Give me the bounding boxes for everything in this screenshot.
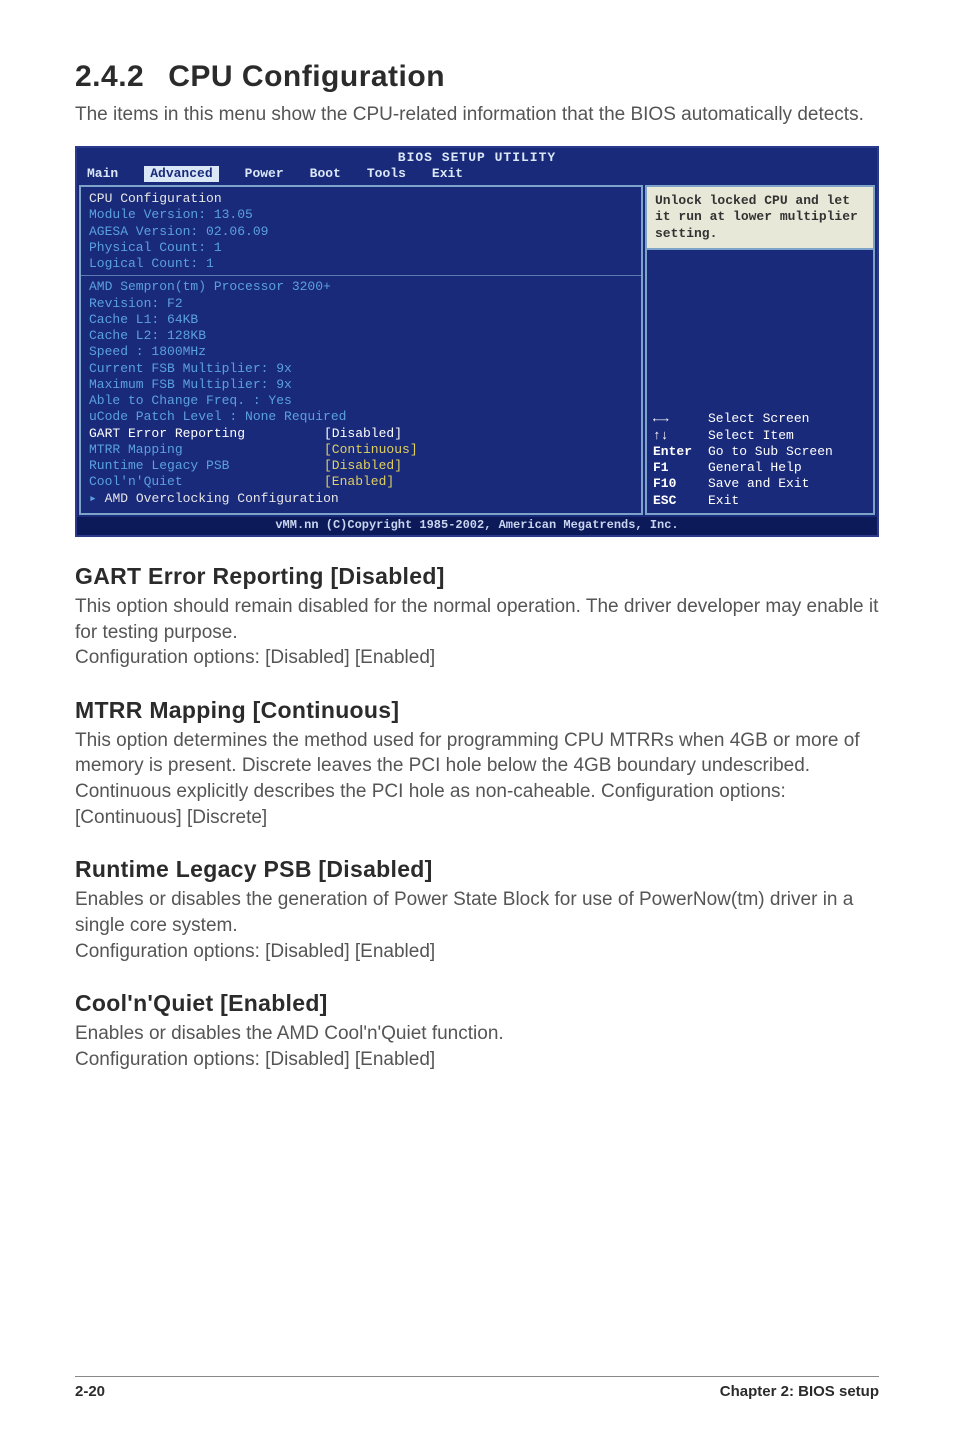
bios-key-desc: Save and Exit — [708, 476, 809, 492]
bios-key: ↑↓ — [653, 428, 708, 444]
bios-setting-label: Runtime Legacy PSB — [89, 458, 324, 474]
subsection-body: Enables or disables the AMD Cool'n'Quiet… — [75, 1021, 879, 1072]
bios-key-desc: Select Item — [708, 428, 794, 444]
bios-submenu-item: AMD Overclocking Configuration — [89, 491, 633, 507]
bios-key-legend: ←→Select Screen ↑↓Select Item EnterGo to… — [645, 407, 875, 515]
bios-info-line: Current FSB Multiplier: 9x — [89, 361, 633, 377]
subsection-heading: Runtime Legacy PSB [Disabled] — [75, 856, 879, 883]
bios-setting-value: [Disabled] — [324, 426, 402, 442]
chapter-label: Chapter 2: BIOS setup — [720, 1383, 879, 1400]
bios-setting-label: GART Error Reporting — [89, 426, 324, 442]
bios-tab-tools: Tools — [367, 166, 406, 182]
bios-header-line: CPU Configuration — [89, 191, 633, 207]
bios-help-spacer — [645, 250, 875, 408]
bios-tab-advanced: Advanced — [144, 166, 218, 182]
section-intro: The items in this menu show the CPU-rela… — [75, 102, 879, 128]
bios-setting-row: GART Error Reporting [Disabled] — [89, 426, 633, 442]
bios-key-desc: Exit — [708, 493, 739, 509]
bios-key: ←→ — [653, 411, 708, 427]
bios-info-line: Able to Change Freq. : Yes — [89, 393, 633, 409]
bios-info-line: Revision: F2 — [89, 296, 633, 312]
bios-title: BIOS SETUP UTILITY — [77, 148, 877, 166]
page-number: 2-20 — [75, 1383, 105, 1400]
bios-setting-value: [Disabled] — [324, 458, 402, 474]
page-footer: 2-20 Chapter 2: BIOS setup — [75, 1376, 879, 1400]
bios-right-pane: Unlock locked CPU and let it run at lowe… — [645, 185, 875, 515]
bios-tab-power: Power — [245, 166, 284, 182]
bios-header-line: Physical Count: 1 — [89, 240, 633, 256]
bios-help-text: Unlock locked CPU and let it run at lowe… — [645, 185, 875, 250]
bios-setting-label: Cool'n'Quiet — [89, 474, 324, 490]
section-title: CPU Configuration — [168, 60, 445, 93]
bios-setting-row: MTRR Mapping [Continuous] — [89, 442, 633, 458]
bios-key: Enter — [653, 444, 708, 460]
bios-setting-row: Runtime Legacy PSB [Disabled] — [89, 458, 633, 474]
bios-setting-value: [Enabled] — [324, 474, 394, 490]
subsection-body: Enables or disables the generation of Po… — [75, 887, 879, 964]
subsection-heading: Cool'n'Quiet [Enabled] — [75, 990, 879, 1017]
bios-tab-exit: Exit — [432, 166, 463, 182]
bios-info-line: Maximum FSB Multiplier: 9x — [89, 377, 633, 393]
bios-key: F10 — [653, 476, 708, 492]
bios-info-line: AMD Sempron(tm) Processor 3200+ — [89, 279, 633, 295]
bios-header-line: AGESA Version: 02.06.09 — [89, 224, 633, 240]
subsection-heading: GART Error Reporting [Disabled] — [75, 563, 879, 590]
bios-setting-row: Cool'n'Quiet [Enabled] — [89, 474, 633, 490]
bios-tab-boot: Boot — [310, 166, 341, 182]
section-heading: 2.4.2 CPU Configuration — [75, 60, 879, 94]
bios-key-desc: General Help — [708, 460, 802, 476]
section-number: 2.4.2 — [75, 60, 144, 93]
subsection-body: This option should remain disabled for t… — [75, 594, 879, 671]
bios-separator — [81, 275, 641, 276]
bios-setting-label: MTRR Mapping — [89, 442, 324, 458]
bios-key: F1 — [653, 460, 708, 476]
bios-key: ESC — [653, 493, 708, 509]
bios-info-line: Speed : 1800MHz — [89, 344, 633, 360]
bios-tabs: Main Advanced Power Boot Tools Exit — [77, 166, 877, 185]
bios-copyright: vMM.nn (C)Copyright 1985-2002, American … — [77, 517, 877, 535]
bios-key-desc: Select Screen — [708, 411, 809, 427]
bios-left-pane: CPU Configuration Module Version: 13.05 … — [79, 185, 643, 515]
bios-info-line: uCode Patch Level : None Required — [89, 409, 633, 425]
bios-key-desc: Go to Sub Screen — [708, 444, 833, 460]
bios-header-line: Module Version: 13.05 — [89, 207, 633, 223]
bios-info-line: Cache L2: 128KB — [89, 328, 633, 344]
subsection-heading: MTRR Mapping [Continuous] — [75, 697, 879, 724]
subsection-body: This option determines the method used f… — [75, 728, 879, 831]
bios-tab-main: Main — [87, 166, 118, 182]
bios-header-line: Logical Count: 1 — [89, 256, 633, 272]
bios-info-line: Cache L1: 64KB — [89, 312, 633, 328]
bios-screenshot: BIOS SETUP UTILITY Main Advanced Power B… — [75, 146, 879, 537]
bios-setting-value: [Continuous] — [324, 442, 418, 458]
